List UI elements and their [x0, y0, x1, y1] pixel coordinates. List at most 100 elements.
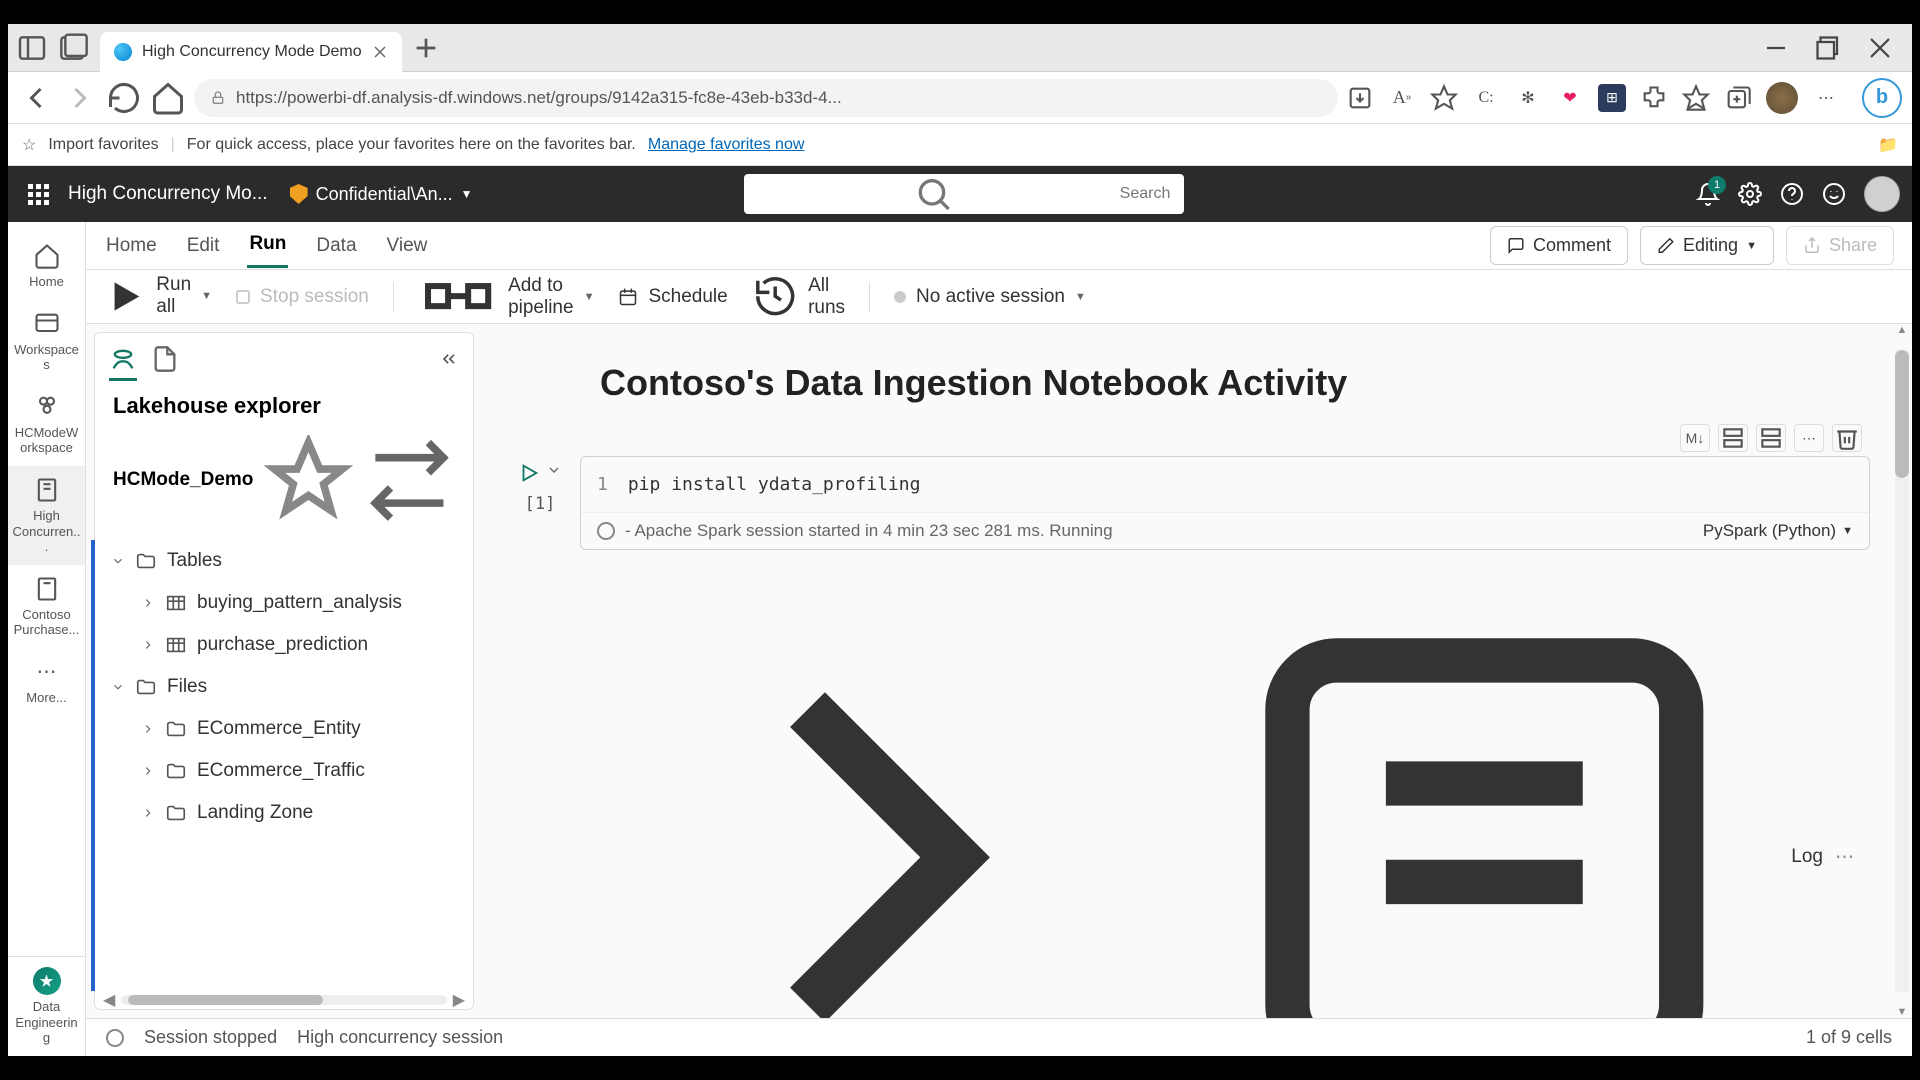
favorites-bar-icon[interactable]: [1682, 84, 1710, 112]
cell-gutter-chevron[interactable]: [546, 462, 562, 478]
close-window-button[interactable]: [1856, 30, 1904, 66]
forward-button[interactable]: [62, 80, 98, 116]
history-icon: [752, 273, 798, 319]
rail-workspace-hcmode[interactable]: HCModeWorkspace: [8, 383, 85, 466]
folder-icon: [135, 550, 157, 572]
lakehouse-name[interactable]: HCMode_Demo: [95, 429, 473, 540]
stop-session-button[interactable]: Stop session: [236, 286, 369, 308]
ext-icon-2[interactable]: ✻: [1514, 84, 1542, 112]
tree-tables[interactable]: Tables: [103, 540, 465, 582]
tab-edit[interactable]: Edit: [185, 225, 222, 267]
cell-body[interactable]: 1 pip install ydata_profiling - Apache S…: [580, 456, 1870, 550]
more-icon[interactable]: ⋯: [1812, 84, 1840, 112]
import-favorites-link[interactable]: Import favorites: [48, 136, 158, 154]
favorite-star-icon[interactable]: [1430, 84, 1458, 112]
share-button[interactable]: Share: [1786, 226, 1894, 265]
explorer-hscroll[interactable]: ◀▶: [95, 991, 473, 1009]
vertical-scrollbar[interactable]: ▲ ▼: [1894, 324, 1910, 1018]
run-cell-button[interactable]: [518, 462, 540, 484]
app-launcher-icon[interactable]: [20, 176, 56, 212]
search-input[interactable]: Search: [744, 174, 1184, 214]
run-all-button[interactable]: Run all▼: [104, 273, 212, 320]
status-spinner-icon: [106, 1029, 124, 1047]
session-status[interactable]: No active session▼: [894, 286, 1086, 308]
url-input[interactable]: https://powerbi-df.analysis-df.windows.n…: [194, 79, 1338, 117]
back-button[interactable]: [18, 80, 54, 116]
notebook-name[interactable]: High Concurrency Mo...: [68, 183, 268, 205]
maximize-button[interactable]: [1804, 30, 1852, 66]
extensions-icon[interactable]: [1640, 84, 1668, 112]
convert-markdown-icon[interactable]: M↓: [1680, 424, 1710, 452]
sidebar-toggle-icon[interactable]: [16, 32, 48, 64]
explorer-tree: Tables buying_pattern_analysis purchase_…: [91, 540, 473, 991]
minimize-button[interactable]: [1752, 30, 1800, 66]
tab-home[interactable]: Home: [104, 225, 159, 267]
ext-icon-3[interactable]: ❤: [1556, 84, 1584, 112]
pin-icon[interactable]: [263, 435, 354, 526]
read-aloud-icon[interactable]: A»: [1388, 84, 1416, 112]
tree-file-item[interactable]: ECommerce_Entity: [103, 708, 465, 750]
lakehouse-explorer-panel: Lakehouse explorer HCMode_Demo Tables bu…: [94, 332, 474, 1010]
rail-notebook-contoso[interactable]: Contoso Purchase...: [8, 565, 85, 648]
home-button[interactable]: [150, 80, 186, 116]
language-selector[interactable]: PySpark (Python)▼: [1703, 521, 1853, 541]
line-numbers: 1: [597, 471, 628, 498]
explorer-tab-resources[interactable]: [151, 345, 179, 373]
user-avatar[interactable]: [1864, 176, 1900, 212]
chevron-right-icon: [141, 806, 155, 820]
bing-chat-button[interactable]: b: [1862, 78, 1902, 118]
rail-workspaces[interactable]: Workspaces: [8, 300, 85, 383]
favorites-bar: ☆ Import favorites | For quick access, p…: [8, 124, 1912, 166]
url-text: https://powerbi-df.analysis-df.windows.n…: [236, 88, 842, 108]
manage-favorites-link[interactable]: Manage favorites now: [648, 136, 805, 154]
log-more-icon[interactable]: ⋯: [1835, 846, 1854, 869]
delete-cell-icon[interactable]: [1832, 424, 1862, 452]
import-fav-icon: ☆: [22, 135, 36, 155]
refresh-button[interactable]: [106, 80, 142, 116]
tab-data[interactable]: Data: [314, 225, 358, 267]
switch-icon[interactable]: [364, 435, 455, 526]
tab-actions-icon[interactable]: [56, 32, 88, 64]
rail-notebook-current[interactable]: High Concurren...: [8, 466, 85, 565]
sensitivity-label[interactable]: Confidential\An... ▼: [280, 184, 483, 205]
close-tab-icon[interactable]: [372, 44, 388, 60]
profile-avatar[interactable]: [1766, 82, 1798, 114]
code-editor[interactable]: pip install ydata_profiling: [628, 471, 921, 498]
chevron-down-icon: [111, 554, 125, 568]
ext-icon-4[interactable]: ⊞: [1598, 84, 1626, 112]
explorer-title: Lakehouse explorer: [95, 379, 473, 429]
tab-run[interactable]: Run: [247, 223, 288, 268]
collections-icon[interactable]: [1724, 84, 1752, 112]
rail-more[interactable]: ⋯More...: [8, 648, 85, 716]
log-section[interactable]: Log ⋯: [570, 550, 1870, 1018]
chevron-right-icon: [141, 764, 155, 778]
tree-file-item[interactable]: Landing Zone: [103, 792, 465, 834]
file-icon: [151, 345, 179, 373]
more-cell-actions-icon[interactable]: ⋯: [1794, 424, 1824, 452]
schedule-button[interactable]: Schedule: [618, 286, 727, 308]
new-tab-button[interactable]: [410, 32, 442, 64]
browser-tab[interactable]: High Concurrency Mode Demo: [100, 32, 402, 72]
feedback-icon[interactable]: [1822, 182, 1846, 206]
insert-below-icon[interactable]: [1718, 424, 1748, 452]
settings-icon[interactable]: [1738, 182, 1762, 206]
app-install-icon[interactable]: [1346, 84, 1374, 112]
ext-icon-1[interactable]: C:: [1472, 84, 1500, 112]
collapse-explorer-icon[interactable]: [439, 349, 459, 369]
tree-table-item[interactable]: buying_pattern_analysis: [103, 582, 465, 624]
tree-table-item[interactable]: purchase_prediction: [103, 624, 465, 666]
explorer-tab-lakehouse[interactable]: [109, 345, 137, 373]
comment-button[interactable]: Comment: [1490, 226, 1628, 265]
all-runs-button[interactable]: All runs: [752, 273, 845, 319]
rail-persona[interactable]: Data Engineering: [8, 956, 85, 1056]
pencil-icon: [1657, 235, 1675, 256]
help-icon[interactable]: [1780, 182, 1804, 206]
persona-icon: [33, 967, 61, 995]
insert-above-icon[interactable]: [1756, 424, 1786, 452]
tree-file-item[interactable]: ECommerce_Traffic: [103, 750, 465, 792]
tree-files[interactable]: Files: [103, 666, 465, 708]
editing-mode-button[interactable]: Editing▼: [1640, 226, 1774, 265]
other-favorites-icon[interactable]: 📁: [1878, 135, 1898, 155]
notifications-icon[interactable]: 1: [1696, 182, 1720, 206]
rail-home[interactable]: Home: [8, 232, 85, 300]
